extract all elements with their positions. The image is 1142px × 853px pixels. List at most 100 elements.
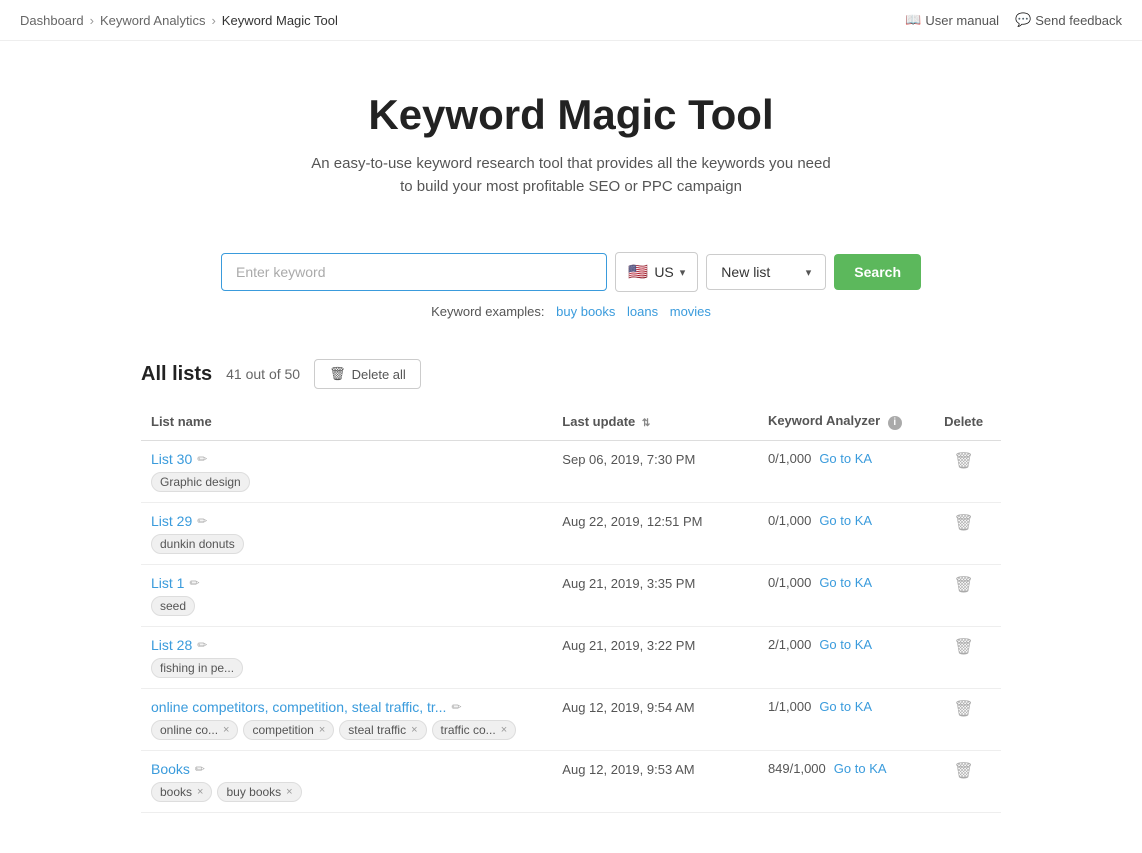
search-bar: 🇺🇸 US ▾ New list ▾ Search [221,252,921,292]
go-to-ka-link[interactable]: Go to KA [819,637,872,652]
breadcrumb-right-links: 📖 User manual 💬 Send feedback [905,12,1122,28]
list-ka-cell: 0/1,000Go to KA [758,441,926,503]
example-buy-books[interactable]: buy books [556,304,615,319]
list-name-link[interactable]: List 30✏ [151,451,207,467]
list-name-link[interactable]: List 1✏ [151,575,200,591]
country-selector[interactable]: 🇺🇸 US ▾ [615,252,698,292]
go-to-ka-link[interactable]: Go to KA [819,513,872,528]
country-flag: 🇺🇸 [628,262,648,282]
ka-ratio: 1/1,000 [768,699,811,714]
tags-row: online co...×competition×steal traffic×t… [151,720,542,740]
delete-all-button[interactable]: 🗑 Delete all [314,359,421,389]
list-delete-cell: 🗑 [926,441,1001,503]
list-ka-cell: 849/1,000Go to KA [758,751,926,813]
tag: steal traffic× [339,720,426,740]
search-input[interactable] [221,253,607,291]
tags-row: seed [151,596,542,616]
list-ka-cell: 2/1,000 Go to KA [758,627,926,689]
edit-icon[interactable]: ✏ [197,452,207,466]
list-update-cell: Aug 22, 2019, 12:51 PM [552,503,758,565]
list-name-link[interactable]: List 28✏ [151,637,207,653]
list-ka-cell: 0/1,000 Go to KA [758,565,926,627]
go-to-ka-link[interactable]: Go to KA [819,575,872,590]
delete-list-button[interactable]: 🗑 [936,451,991,471]
user-manual-link[interactable]: 📖 User manual [905,12,999,28]
tag-remove-icon[interactable]: × [319,724,325,736]
edit-icon[interactable]: ✏ [189,576,199,590]
ka-ratio: 0/1,000 [768,513,811,528]
list-update-cell: Aug 21, 2019, 3:22 PM [552,627,758,689]
go-to-ka-link[interactable]: Go to KA [819,699,872,714]
sort-icon[interactable]: ⇅ [642,418,650,429]
col-header-update: Last update ⇅ [552,405,758,441]
send-feedback-link[interactable]: 💬 Send feedback [1015,12,1122,28]
list-name-link[interactable]: online competitors, competition, steal t… [151,699,462,715]
list-selector[interactable]: New list ▾ [706,254,826,290]
table-row: List 28✏ fishing in pe... Aug 21, 2019, 3:… [141,627,1001,689]
table-row: Books✏books×buy books×Aug 12, 2019, 9:53… [141,751,1001,813]
table-row: online competitors, competition, steal t… [141,689,1001,751]
list-update-cell: Aug 21, 2019, 3:35 PM [552,565,758,627]
breadcrumb-dashboard[interactable]: Dashboard [20,13,84,28]
tag: Graphic design [151,472,250,492]
breadcrumb: Dashboard › Keyword Analytics › Keyword … [0,0,1142,41]
delete-all-label: Delete all [352,367,406,382]
table-row: List 30✏Graphic designSep 06, 2019, 7:30… [141,441,1001,503]
lists-section: All lists 41 out of 50 🗑 Delete all List… [121,359,1021,853]
breadcrumb-keyword-analytics[interactable]: Keyword Analytics [100,13,206,28]
edit-icon[interactable]: ✏ [451,700,461,714]
trash-icon: 🗑 [329,366,346,382]
lists-header: All lists 41 out of 50 🗑 Delete all [141,359,1001,389]
list-name-link[interactable]: List 29✏ [151,513,207,529]
tag: buy books× [217,782,301,802]
tag-remove-icon[interactable]: × [223,724,229,736]
ka-ratio: 2/1,000 [768,637,811,652]
list-name-cell: Books✏ books×buy books× [141,751,552,813]
tags-row: books×buy books× [151,782,542,802]
info-icon[interactable]: i [888,416,902,430]
delete-list-button[interactable]: 🗑 [936,699,991,719]
go-to-ka-link[interactable]: Go to KA [819,451,872,466]
tag-remove-icon[interactable]: × [501,724,507,736]
tag: dunkin donuts [151,534,244,554]
list-name-link[interactable]: Books✏ [151,761,205,777]
book-icon: 📖 [905,12,921,28]
list-name-cell: List 30✏ Graphic design [141,441,552,503]
tag: fishing in pe... [151,658,243,678]
page-title: Keyword Magic Tool [20,91,1122,139]
examples-label: Keyword examples: [431,304,544,319]
list-update-cell: Aug 12, 2019, 9:54 AM [552,689,758,751]
delete-list-button[interactable]: 🗑 [936,637,991,657]
lists-table: List name Last update ⇅ Keyword Analyzer… [141,405,1001,813]
tag-remove-icon[interactable]: × [411,724,417,736]
edit-icon[interactable]: ✏ [195,762,205,776]
delete-list-button[interactable]: 🗑 [936,513,991,533]
col-header-ka: Keyword Analyzer i [758,405,926,441]
delete-list-button[interactable]: 🗑 [936,761,991,781]
hero-subtitle: An easy-to-use keyword research tool tha… [20,153,1122,198]
tag: online co...× [151,720,238,740]
edit-icon[interactable]: ✏ [197,514,207,528]
go-to-ka-link[interactable]: Go to KA [834,761,887,776]
tags-row: Graphic design [151,472,542,492]
comment-icon: 💬 [1015,12,1031,28]
ka-ratio: 0/1,000 [768,575,811,590]
table-row: List 29✏ dunkin donuts Aug 22, 2019, 12:51… [141,503,1001,565]
example-movies[interactable]: movies [670,304,711,319]
search-button[interactable]: Search [834,254,921,290]
list-delete-cell: 🗑 [926,565,1001,627]
tag: books× [151,782,212,802]
tags-row: dunkin donuts [151,534,542,554]
example-loans[interactable]: loans [627,304,658,319]
tag: competition× [243,720,334,740]
tag-remove-icon[interactable]: × [286,786,292,798]
keyword-examples: Keyword examples: buy books loans movies [0,304,1142,319]
table-row: List 1✏ seed Aug 21, 2019, 3:35 PM 0/1,000 G… [141,565,1001,627]
breadcrumb-sep-1: › [90,13,94,28]
breadcrumb-sep-2: › [211,13,215,28]
delete-list-button[interactable]: 🗑 [936,575,991,595]
edit-icon[interactable]: ✏ [197,638,207,652]
tag-remove-icon[interactable]: × [197,786,203,798]
list-ka-cell: 0/1,000 Go to KA [758,503,926,565]
lists-count: 41 out of 50 [226,366,300,382]
